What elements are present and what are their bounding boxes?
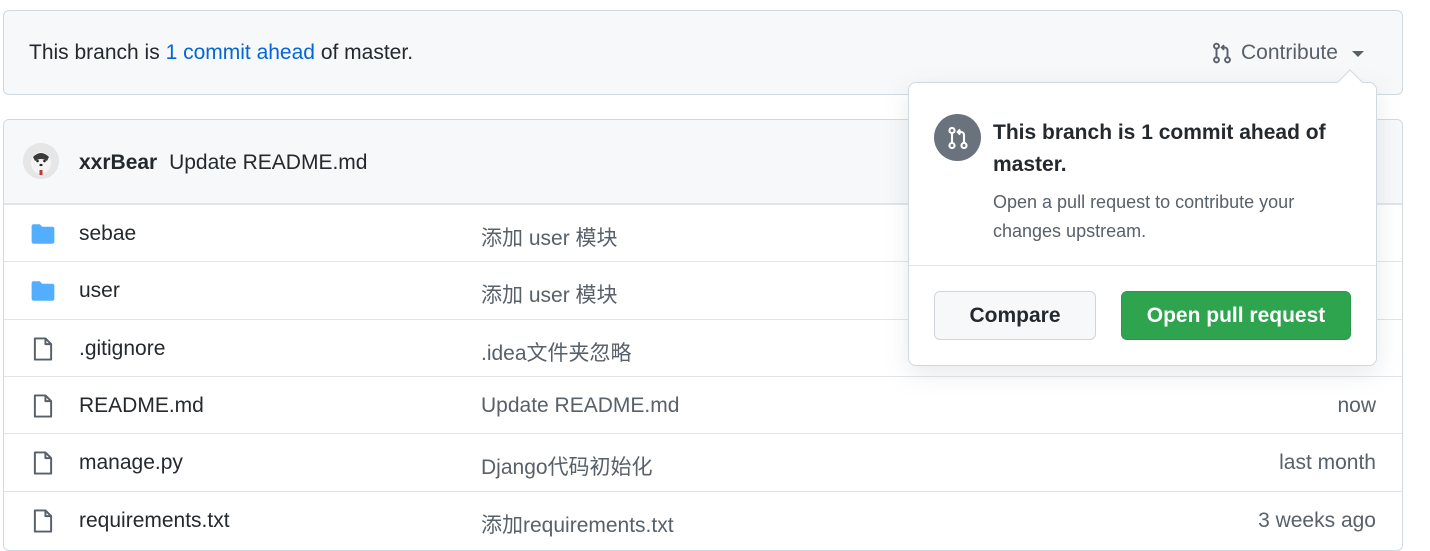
file-name-link[interactable]: user xyxy=(79,279,120,303)
popover-title: This branch is 1 commit ahead of master. xyxy=(993,121,1326,176)
file-commit-message-link[interactable]: Update README.md xyxy=(481,394,679,418)
file-icon xyxy=(30,336,56,362)
folder-icon xyxy=(30,278,56,304)
commit-author-link[interactable]: xxrBear xyxy=(79,151,157,174)
contribute-popover: This branch is 1 commit ahead of master.… xyxy=(908,69,1377,366)
compare-button[interactable]: Compare xyxy=(934,291,1096,340)
commits-ahead-link[interactable]: 1 commit ahead xyxy=(166,41,315,64)
contribute-label: Contribute xyxy=(1241,41,1338,64)
avatar-image xyxy=(23,143,59,179)
avatar[interactable] xyxy=(23,143,59,179)
file-name-link[interactable]: README.md xyxy=(79,394,204,418)
branch-status-text: This branch is 1 commit ahead of master. xyxy=(29,41,413,65)
branch-status-prefix: This branch is xyxy=(29,41,166,64)
popover-divider xyxy=(909,265,1376,266)
file-icon xyxy=(30,393,56,419)
file-icon xyxy=(30,450,56,476)
file-commit-message-link[interactable]: .idea文件夹忽略 xyxy=(481,337,632,367)
git-pull-request-icon xyxy=(934,114,981,161)
file-name-link[interactable]: sebae xyxy=(79,222,136,246)
file-name-link[interactable]: requirements.txt xyxy=(79,509,230,533)
file-commit-message-link[interactable]: 添加 user 模块 xyxy=(481,279,618,309)
commit-message-link[interactable]: Update README.md xyxy=(169,151,367,174)
popover-description: Open a pull request to contribute your c… xyxy=(993,192,1295,241)
chevron-down-icon xyxy=(1351,51,1364,57)
file-commit-age: 3 weeks ago xyxy=(1258,508,1376,532)
folder-icon xyxy=(30,221,56,247)
latest-commit-text: xxrBear Update README.md xyxy=(79,151,367,175)
file-name-link[interactable]: .gitignore xyxy=(79,337,165,361)
file-commit-message-link[interactable]: 添加 user 模块 xyxy=(481,222,618,252)
file-commit-message-link[interactable]: 添加requirements.txt xyxy=(481,509,674,539)
branch-status-suffix: of master. xyxy=(314,41,414,64)
file-icon xyxy=(30,508,56,534)
file-row[interactable]: README.md Update README.md now xyxy=(4,375,1402,433)
file-commit-message-link[interactable]: Django代码初始化 xyxy=(481,451,653,481)
file-row[interactable]: manage.py Django代码初始化 last month xyxy=(4,433,1402,490)
file-name-link[interactable]: manage.py xyxy=(79,451,183,475)
file-commit-age: now xyxy=(1337,393,1376,417)
git-pull-request-icon xyxy=(1213,42,1231,64)
file-row[interactable]: requirements.txt 添加requirements.txt 3 week… xyxy=(4,490,1402,548)
contribute-button[interactable]: Contribute xyxy=(1211,41,1364,65)
file-commit-age: last month xyxy=(1279,451,1376,475)
open-pull-request-button[interactable]: Open pull request xyxy=(1121,291,1351,340)
